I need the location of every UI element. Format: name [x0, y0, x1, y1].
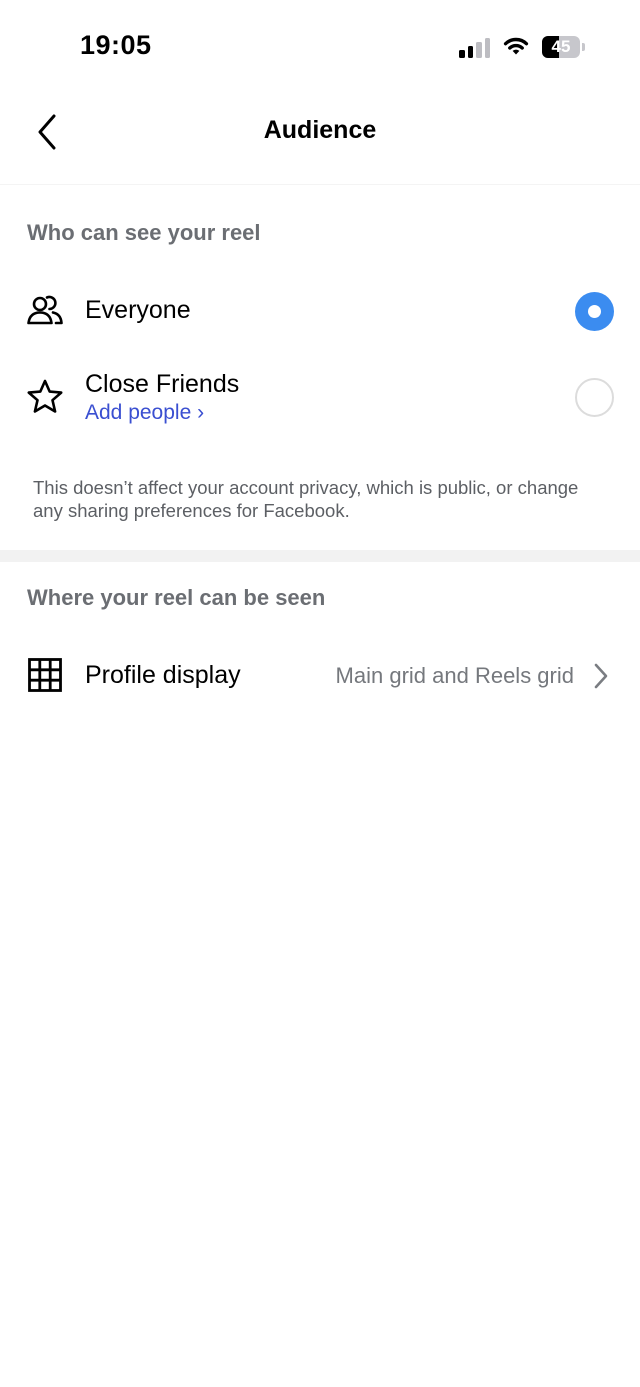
- header: Audience: [0, 92, 640, 185]
- status-time: 19:05: [80, 30, 152, 60]
- battery-cap: [582, 43, 585, 51]
- chevron-right-icon: [594, 663, 608, 689]
- add-people-link[interactable]: Add people ›: [85, 401, 204, 425]
- status-bar: 19:05 45: [0, 0, 640, 92]
- option-close-friends[interactable]: Close Friends Add people ›: [0, 360, 640, 436]
- star-icon: [27, 379, 63, 413]
- battery-level: 45: [551, 37, 571, 56]
- radio-close-friends[interactable]: [575, 378, 614, 417]
- option-everyone[interactable]: Everyone: [0, 278, 640, 344]
- battery-icon: 45: [542, 36, 580, 58]
- profile-display-row[interactable]: Profile display Main grid and Reels grid: [0, 642, 640, 712]
- audience-section-heading: Who can see your reel: [27, 220, 261, 245]
- grid-icon: [28, 658, 62, 692]
- option-label-close-friends: Close Friends: [85, 370, 240, 398]
- profile-display-value: Main grid and Reels grid: [335, 663, 574, 688]
- page-title: Audience: [263, 116, 377, 144]
- wifi-icon: [503, 37, 529, 55]
- people-icon: [27, 295, 63, 325]
- profile-display-label: Profile display: [85, 661, 241, 689]
- privacy-note: This doesn’t affect your account privacy…: [33, 477, 579, 521]
- signal-icon: [459, 37, 491, 58]
- section-divider: [0, 550, 640, 562]
- visibility-section-heading: Where your reel can be seen: [27, 585, 326, 610]
- radio-everyone-selected[interactable]: [575, 292, 614, 331]
- option-label-everyone: Everyone: [85, 296, 191, 324]
